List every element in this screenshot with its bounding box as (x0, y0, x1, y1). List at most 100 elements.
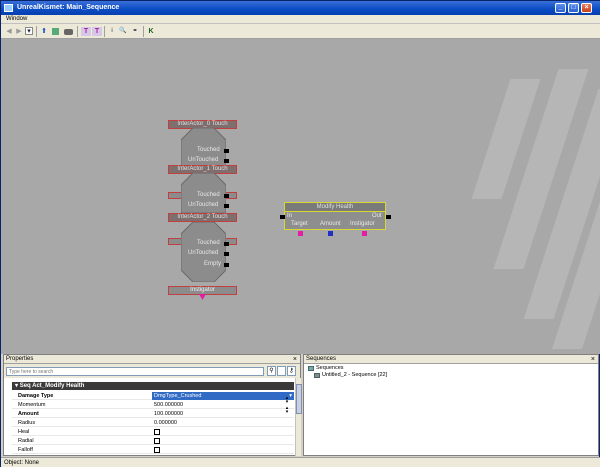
modify-health-out: Out (372, 213, 382, 219)
modify-health-amount: Amount (320, 221, 341, 227)
property-row-damage-type[interactable]: Damage Type DmgType_Crushed ▾ (12, 392, 294, 400)
properties-search-input[interactable] (6, 367, 264, 376)
touch-node-0-untouched: UnTouched (188, 157, 219, 163)
zoom-icon[interactable]: 🔍 (118, 27, 128, 36)
touch-node-0-touched-port[interactable] (224, 149, 229, 153)
property-row-radius[interactable]: Radius 0.000000 (12, 419, 294, 427)
property-row-amount[interactable]: Amount 100.000000 (12, 410, 294, 418)
menu-window[interactable]: Window (6, 16, 27, 22)
collapse-arrow-icon: ▾ (15, 383, 19, 389)
touch-node-1-untouched-port[interactable] (224, 204, 229, 208)
touch-node-2-title[interactable]: InterActor_2 Touch (168, 213, 237, 222)
screenshot-icon[interactable] (64, 29, 73, 35)
link-icon[interactable]: ⚭ (130, 27, 140, 36)
property-row-momentum[interactable]: Momentum 500.000000 (12, 401, 294, 409)
modify-health-title[interactable]: Modify Health (285, 203, 385, 212)
lock-icon[interactable]: ⚷ (287, 366, 296, 376)
maximize-button[interactable]: □ (568, 3, 579, 13)
touch-node-1-untouched: UnTouched (188, 202, 219, 208)
touch-node-2-empty-port[interactable] (224, 263, 229, 267)
window-title: UnrealKismet: Main_Sequence (17, 4, 120, 11)
touch-node-2-empty: Empty (204, 261, 222, 267)
properties-header: Properties × (4, 355, 300, 364)
scrollbar-thumb[interactable] (296, 384, 302, 414)
modify-health-instigator-var[interactable] (362, 231, 367, 236)
category-title: Seq Act_Modify Health (19, 383, 85, 389)
property-value[interactable]: 100.000000 (154, 410, 183, 418)
touch-node-2-touched: Touched (197, 240, 220, 246)
clear-search-icon[interactable] (277, 366, 286, 376)
touch-node-2-touched-port[interactable] (224, 242, 229, 246)
properties-search-row: ⚲ ⚷ (4, 364, 300, 378)
status-text: Object: None (4, 460, 40, 466)
back-icon[interactable]: ◀ (4, 27, 14, 36)
toolbar: ◀ ▶ ▾ ⬆ T T i 🔍 ⚭ K (1, 24, 600, 39)
spin-down-icon[interactable]: ▾ (284, 410, 290, 415)
title-bar: UnrealKismet: Main_Sequence _ □ × (1, 1, 600, 15)
status-bar: Object: None (1, 457, 600, 467)
falloff-checkbox[interactable] (154, 447, 160, 453)
modify-health-in-port[interactable] (280, 215, 285, 219)
touch-node-0-touched: Touched (197, 147, 220, 153)
close-button[interactable]: × (581, 3, 592, 13)
heal-checkbox[interactable] (154, 429, 160, 435)
app-icon (4, 4, 13, 12)
toolbar-separator (36, 26, 37, 37)
property-name: Damage Type (18, 393, 54, 399)
spin-down-icon[interactable]: ▾ (284, 400, 290, 405)
forward-icon[interactable]: ▶ (14, 27, 24, 36)
modify-health-target: Target (291, 221, 308, 227)
menu-bar: Window (1, 15, 600, 24)
category-header[interactable]: ▾ Seq Act_Modify Health (12, 382, 294, 390)
text-tool-icon[interactable]: T (81, 27, 91, 36)
modify-health-out-port[interactable] (386, 215, 391, 219)
sequence-icon (314, 373, 320, 378)
sequences-header: Sequences × (304, 355, 598, 364)
property-name: Amount (18, 411, 39, 417)
touch-node-2-untouched: UnTouched (188, 250, 219, 256)
property-row-radial[interactable]: Radial (12, 437, 294, 445)
toolbar-separator (104, 26, 105, 37)
property-name: Radial (18, 438, 34, 444)
modify-health-amount-var[interactable] (328, 231, 333, 236)
kismet-k-icon[interactable]: K (146, 27, 156, 36)
radial-checkbox[interactable] (154, 438, 160, 444)
property-name: Momentum (18, 402, 46, 408)
instigator-pin-icon[interactable] (199, 294, 206, 300)
graph-canvas[interactable]: InterActor_0 Touch Touched UnTouched Int… (1, 39, 600, 354)
touch-node-0-untouched-port[interactable] (224, 159, 229, 163)
folder-icon (308, 366, 314, 371)
properties-panel: Properties × ⚲ ⚷ ▾ Seq Act_Modify Health… (3, 354, 302, 456)
property-row-falloff[interactable]: Falloff (12, 446, 294, 454)
tree-item-untitled-sequence[interactable]: Untitled_2 - Sequence [22] (322, 372, 387, 379)
touch-node-1-touched-port[interactable] (224, 194, 229, 198)
touch-node-2-untouched-port[interactable] (224, 252, 229, 256)
property-name: Falloff (18, 447, 33, 453)
modify-health-in: In (287, 213, 293, 219)
touch-node-1-left-stub (168, 192, 182, 199)
modify-health-node[interactable]: Modify Health In Out Target Amount Insti… (284, 202, 386, 230)
property-name: Heal (18, 429, 30, 435)
touch-node-2-left-stub (168, 238, 182, 245)
text-tool-alt-icon[interactable]: T (92, 27, 102, 36)
rename-sequence-icon[interactable] (52, 28, 59, 35)
kismet-window: UnrealKismet: Main_Sequence _ □ × Window… (0, 0, 600, 467)
parent-sequence-icon[interactable]: ⬆ (39, 27, 49, 36)
property-value[interactable]: 500.000000 (154, 401, 183, 409)
property-value[interactable]: 0.000000 (154, 419, 177, 427)
toolbar-separator (77, 26, 78, 37)
properties-close-icon[interactable]: × (293, 355, 297, 364)
modify-health-instigator: Instigator (350, 221, 375, 227)
search-icon[interactable]: ⚲ (267, 366, 276, 376)
tree-root-sequences[interactable]: Sequences (316, 365, 344, 372)
damage-type-select[interactable]: DmgType_Crushed ▾ (152, 392, 294, 400)
modify-health-target-var[interactable] (298, 231, 303, 236)
info-icon[interactable]: i (107, 27, 117, 36)
minimize-button[interactable]: _ (555, 3, 566, 13)
unreal-watermark (451, 39, 600, 354)
property-row-heal[interactable]: Heal (12, 428, 294, 436)
history-dropdown-icon[interactable]: ▾ (25, 27, 33, 35)
properties-scrollbar[interactable] (295, 378, 302, 456)
sequences-close-icon[interactable]: × (591, 355, 595, 364)
sequences-title: Sequences (306, 356, 337, 362)
